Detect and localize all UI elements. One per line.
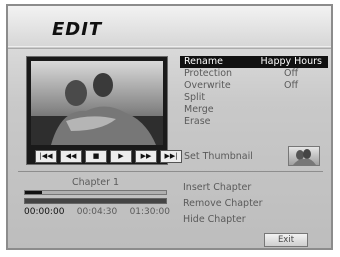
edit-screen: EDIT |◀◀ ◀◀ ■ ▶ ▶▶ ▶▶| Rename Happy Hour…: [6, 4, 333, 250]
menu-item-split[interactable]: Split: [180, 92, 328, 104]
menu-item-overwrite[interactable]: Overwrite Off: [180, 80, 328, 92]
transport-controls: |◀◀ ◀◀ ■ ▶ ▶▶ ▶▶|: [35, 150, 182, 163]
menu-item-protection[interactable]: Protection Off: [180, 68, 328, 80]
title-bar: EDIT: [8, 6, 331, 46]
chapter-progress-fill: [25, 191, 42, 194]
title-divider: [8, 46, 331, 49]
exit-button[interactable]: Exit: [264, 233, 308, 247]
set-thumbnail-item[interactable]: Set Thumbnail: [180, 146, 328, 166]
total-progress-fill: [25, 199, 166, 203]
insert-chapter-item[interactable]: Insert Chapter: [183, 180, 263, 196]
play-button[interactable]: ▶: [110, 150, 132, 163]
menu-item-label: Merge: [184, 104, 214, 115]
video-thumbnail-image: [31, 61, 163, 145]
remove-chapter-item[interactable]: Remove Chapter: [183, 196, 263, 212]
time-chapter: 00:04:30: [76, 207, 118, 217]
screen-title: EDIT: [52, 19, 103, 40]
menu-item-value: Off: [283, 68, 298, 79]
video-preview: |◀◀ ◀◀ ■ ▶ ▶▶ ▶▶|: [26, 56, 182, 165]
time-current: 00:00:00: [24, 207, 65, 217]
skip-forward-button[interactable]: ▶▶|: [160, 150, 182, 163]
hide-chapter-item[interactable]: Hide Chapter: [183, 212, 263, 228]
menu-item-erase[interactable]: Erase: [180, 116, 328, 128]
edit-menu: Rename Happy Hours Protection Off Overwr…: [180, 56, 328, 128]
time-total: 01:30:00: [129, 207, 170, 217]
skip-back-button[interactable]: |◀◀: [35, 150, 57, 163]
menu-item-label: Protection: [184, 68, 233, 79]
section-divider: [18, 171, 323, 172]
menu-item-merge[interactable]: Merge: [180, 104, 328, 116]
time-readout: 00:00:00 00:04:30 01:30:00: [24, 207, 170, 217]
menu-item-rename[interactable]: Rename Happy Hours: [180, 56, 328, 68]
chapter-label: Chapter 1: [72, 177, 120, 188]
menu-item-value: Off: [283, 80, 298, 91]
menu-item-label: Split: [184, 92, 206, 103]
chapter-progress-bar[interactable]: [24, 190, 167, 195]
menu-item-value: Happy Hours: [260, 56, 323, 67]
total-progress-bar[interactable]: [24, 198, 167, 204]
menu-item-label: Overwrite: [184, 80, 231, 91]
fast-forward-button[interactable]: ▶▶: [135, 150, 157, 163]
menu-item-label: Erase: [184, 116, 211, 127]
set-thumbnail-label: Set Thumbnail: [184, 151, 253, 162]
thumbnail-image: [293, 149, 316, 165]
thumbnail-preview: [288, 146, 320, 166]
rewind-button[interactable]: ◀◀: [60, 150, 82, 163]
chapter-menu: Insert Chapter Remove Chapter Hide Chapt…: [183, 180, 263, 228]
menu-item-label: Rename: [184, 56, 223, 67]
stop-button[interactable]: ■: [85, 150, 107, 163]
